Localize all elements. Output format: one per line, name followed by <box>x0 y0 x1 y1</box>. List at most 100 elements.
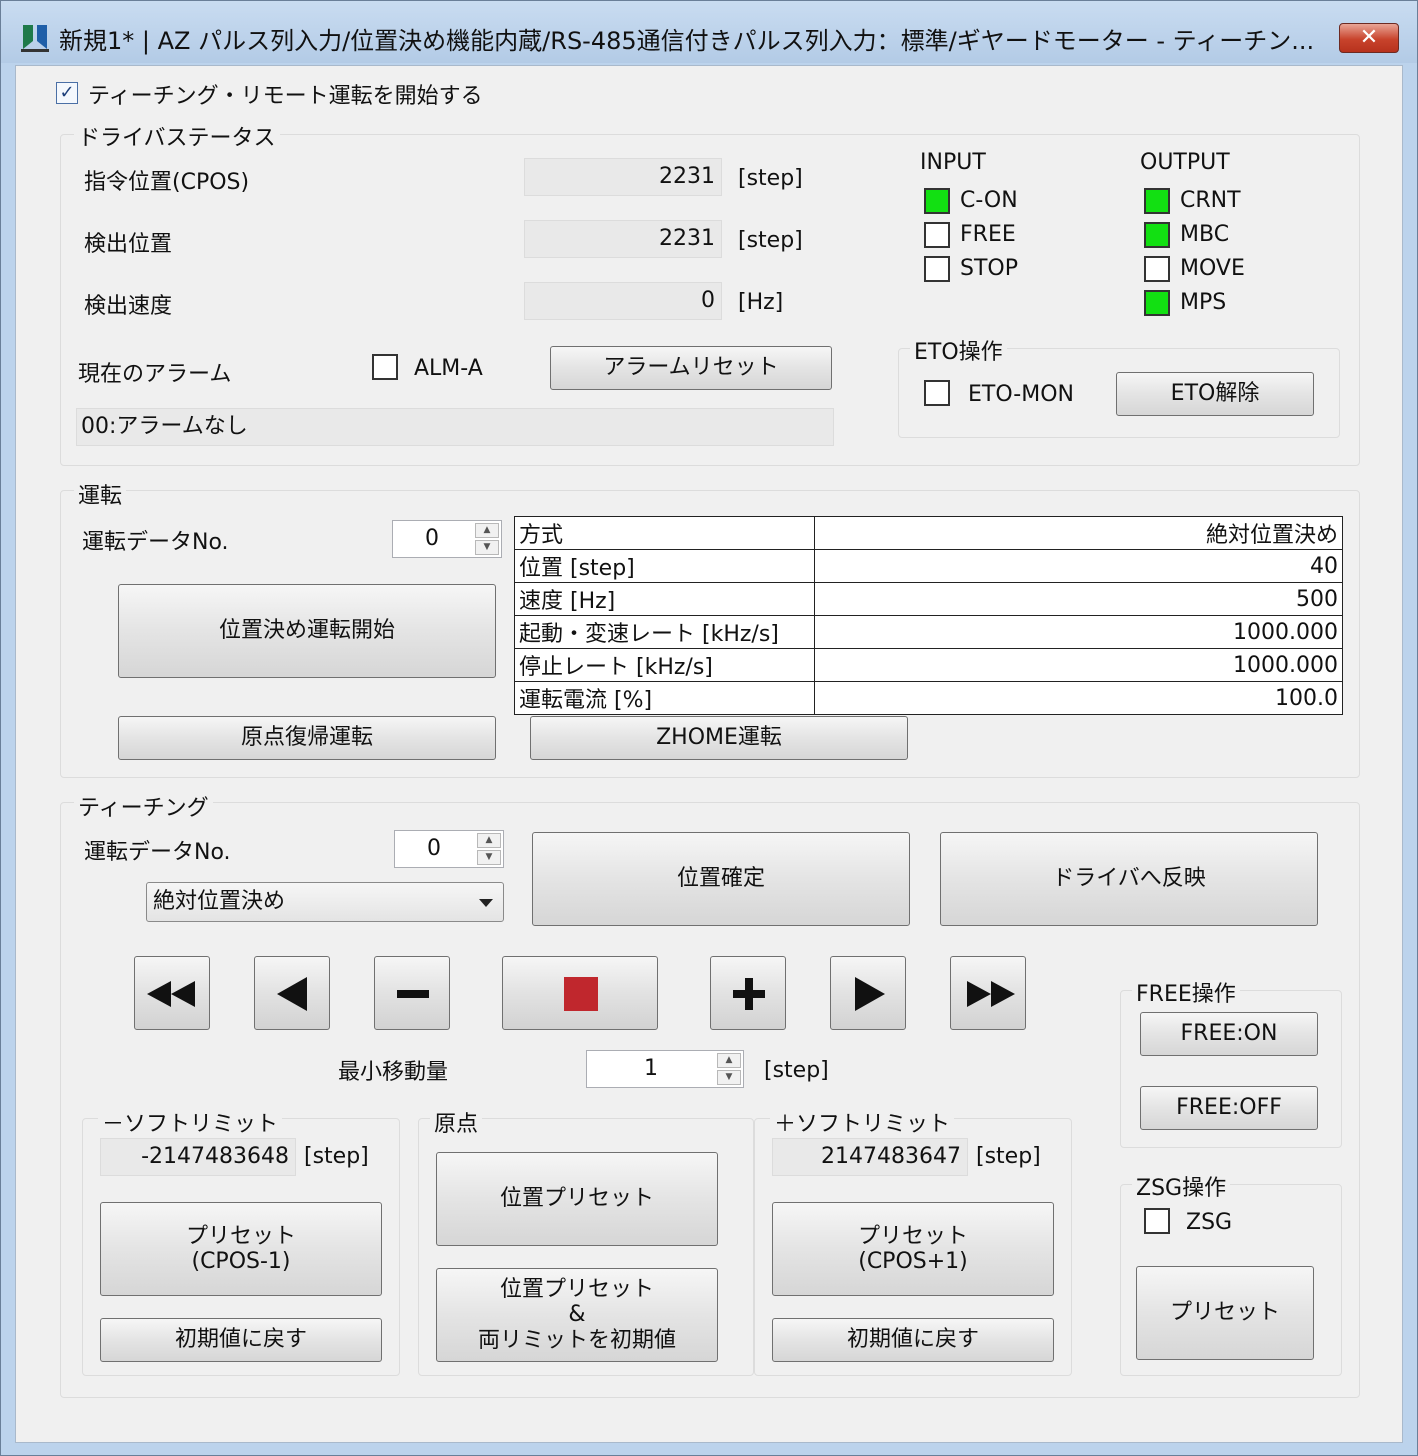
minus-limit-reset-button[interactable]: 初期値に戻す <box>100 1318 382 1362</box>
position-preset-all-button[interactable]: 位置プリセット & 両リミットを初期値 <box>436 1268 718 1362</box>
reverse-button[interactable] <box>254 956 330 1030</box>
free-off-button[interactable]: FREE:OFF <box>1140 1086 1318 1130</box>
stop-button[interactable] <box>502 956 658 1030</box>
min-move-label: 最小移動量 <box>338 1060 449 1085</box>
spin-up-icon[interactable]: ▲ <box>477 833 501 848</box>
detect-position-unit: [step] <box>738 228 803 253</box>
preset-line1: プリセット <box>185 1223 296 1249</box>
driver-status-title: ドライバステータス <box>74 120 280 152</box>
eto-title: ETO操作 <box>910 334 1007 366</box>
cpos-label: 指令位置(CPOS) <box>84 170 250 195</box>
table-row: 停止レート [kHz/s] 1000.000 <box>514 648 1343 682</box>
spin-down-icon[interactable]: ▼ <box>475 540 499 555</box>
output-crnt-label: CRNT <box>1180 188 1241 213</box>
fast-forward-button[interactable] <box>950 956 1026 1030</box>
preset-all-line3: 両リミットを初期値 <box>477 1327 676 1353</box>
zsg-indicator <box>1144 1208 1170 1234</box>
spin-down-icon[interactable]: ▼ <box>477 850 501 865</box>
preset-all-line2: & <box>568 1302 586 1328</box>
param-name: 方式 <box>514 516 815 550</box>
zhome-button[interactable]: ZHOME運転 <box>530 716 908 760</box>
param-name: 停止レート [kHz/s] <box>514 648 815 682</box>
spin-down-icon[interactable]: ▼ <box>717 1070 741 1085</box>
app-logo-icon <box>21 25 49 52</box>
window-title: 新規1* | AZ パルス列入力/位置決め機能内蔵/RS-485通信付きパルス列… <box>59 27 1315 55</box>
min-move-value: 1 <box>644 1056 658 1081</box>
forward-button[interactable] <box>830 956 906 1030</box>
table-row: 速度 [Hz] 500 <box>514 582 1343 616</box>
plus-limit-title: ＋ソフトリミット <box>770 1106 955 1138</box>
output-mps-led <box>1144 290 1170 316</box>
alarm-text: 00:アラームなし <box>76 408 834 446</box>
teaching-data-no-spinner[interactable]: 0 ▲ ▼ <box>394 830 504 868</box>
minus-limit-title: －ソフトリミット <box>98 1106 283 1138</box>
free-op-title: FREE操作 <box>1132 976 1240 1008</box>
param-name: 起動・変速レート [kHz/s] <box>514 615 815 649</box>
output-mbc-label: MBC <box>1180 222 1230 247</box>
minus-icon <box>397 990 429 998</box>
output-title: OUTPUT <box>1140 150 1230 175</box>
preset-cpos-minus-button[interactable]: プリセット (CPOS-1) <box>100 1202 382 1296</box>
fast-reverse-button[interactable] <box>134 956 210 1030</box>
eto-release-button[interactable]: ETO解除 <box>1116 372 1314 416</box>
close-button[interactable]: ✕ <box>1339 23 1399 53</box>
alm-a-label: ALM-A <box>414 356 483 381</box>
param-name: 運転電流 [%] <box>514 681 815 715</box>
output-mps-label: MPS <box>1180 290 1227 315</box>
spin-up-icon[interactable]: ▲ <box>717 1053 741 1068</box>
min-move-spinner[interactable]: 1 ▲ ▼ <box>586 1050 744 1088</box>
detect-speed-label: 検出速度 <box>84 294 173 319</box>
spin-up-icon[interactable]: ▲ <box>475 523 499 538</box>
input-free-led <box>924 222 950 248</box>
cpos-value: 2231 <box>524 158 722 196</box>
minus-step-button[interactable] <box>374 956 450 1030</box>
input-title: INPUT <box>920 150 986 175</box>
zsg-preset-button[interactable]: プリセット <box>1136 1266 1314 1360</box>
teaching-remote-label: ティーチング・リモート運転を開始する <box>88 84 483 109</box>
output-move-led <box>1144 256 1170 282</box>
teaching-data-no-value: 0 <box>427 836 441 861</box>
current-alarm-label: 現在のアラーム <box>78 362 232 387</box>
position-preset-button[interactable]: 位置プリセット <box>436 1152 718 1246</box>
home-return-button[interactable]: 原点復帰運転 <box>118 716 496 760</box>
plus-limit-value: 2147483647 <box>772 1138 968 1176</box>
free-on-button[interactable]: FREE:ON <box>1140 1012 1318 1056</box>
teaching-remote-checkbox[interactable]: ✓ <box>56 82 78 104</box>
forward-icon <box>855 977 885 1011</box>
preset-line2: (CPOS-1) <box>191 1249 291 1274</box>
preset-cpos-plus-button[interactable]: プリセット (CPOS+1) <box>772 1202 1054 1296</box>
plus-limit-unit: [step] <box>976 1144 1041 1169</box>
operation-params-table: 方式 絶対位置決め 位置 [step] 40 速度 [Hz] 500 起動・変速レート… <box>514 516 1343 715</box>
operation-data-no-label: 運転データNo. <box>82 530 229 555</box>
teaching-mode-select[interactable]: 絶対位置決め <box>146 882 504 922</box>
preset-line2: (CPOS+1) <box>858 1249 968 1274</box>
alm-a-indicator <box>372 354 398 380</box>
plus-limit-reset-button[interactable]: 初期値に戻す <box>772 1318 1054 1362</box>
input-stop-label: STOP <box>960 256 1018 281</box>
position-confirm-button[interactable]: 位置確定 <box>532 832 910 926</box>
table-row: 位置 [step] 40 <box>514 549 1343 583</box>
table-row: 方式 絶対位置決め <box>514 516 1343 550</box>
param-value: 1000.000 <box>814 615 1343 649</box>
preset-line1: プリセット <box>857 1223 968 1249</box>
output-crnt-led <box>1144 188 1170 214</box>
operation-data-no-value: 0 <box>425 526 439 551</box>
param-value: 40 <box>814 549 1343 583</box>
fast-reverse-icon <box>147 981 195 1007</box>
eto-mon-label: ETO-MON <box>968 382 1074 407</box>
param-value: 500 <box>814 582 1343 616</box>
plus-step-button[interactable] <box>710 956 786 1030</box>
table-row: 起動・変速レート [kHz/s] 1000.000 <box>514 615 1343 649</box>
detect-speed-unit: [Hz] <box>738 290 784 315</box>
zsg-op-title: ZSG操作 <box>1132 1170 1231 1202</box>
reflect-to-driver-button[interactable]: ドライバへ反映 <box>940 832 1318 926</box>
output-move-label: MOVE <box>1180 256 1245 281</box>
positioning-start-button[interactable]: 位置決め運転開始 <box>118 584 496 678</box>
plus-icon <box>733 978 765 1010</box>
min-move-unit: [step] <box>764 1058 829 1083</box>
input-c-on-label: C-ON <box>960 188 1018 213</box>
operation-data-no-spinner[interactable]: 0 ▲ ▼ <box>392 520 502 558</box>
title-bar[interactable]: 新規1* | AZ パルス列入力/位置決め機能内蔵/RS-485通信付きパルス列… <box>1 1 1417 63</box>
teaching-title: ティーチング <box>74 790 213 822</box>
alarm-reset-button[interactable]: アラームリセット <box>550 346 832 390</box>
